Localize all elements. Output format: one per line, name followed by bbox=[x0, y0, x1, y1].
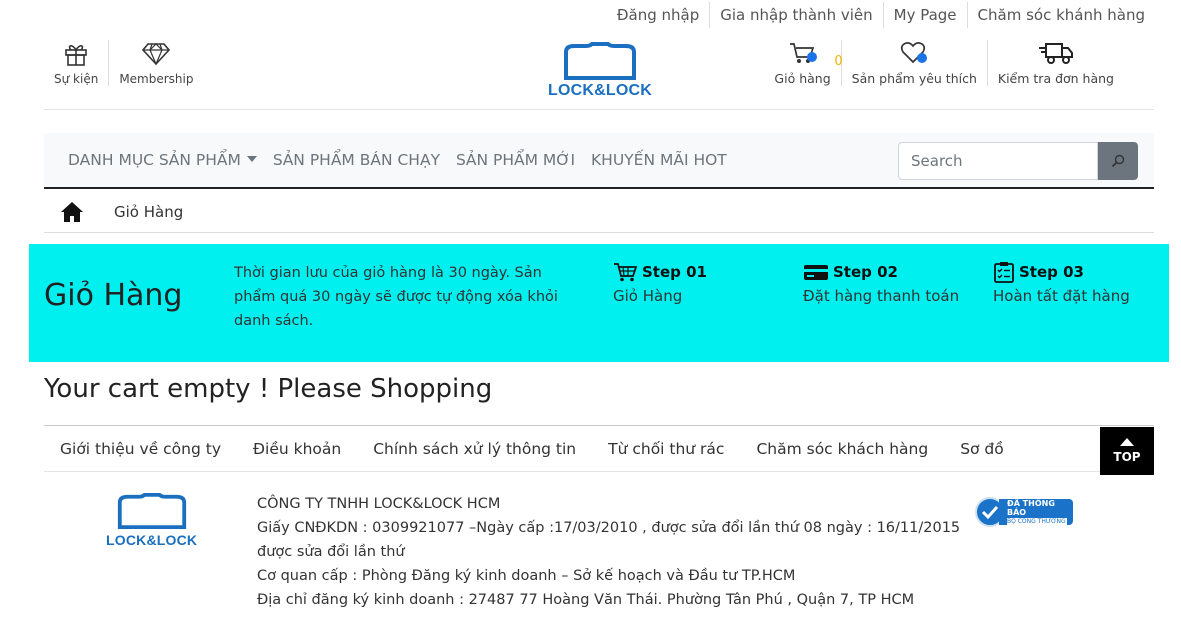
customer-care-link[interactable]: Chăm sóc khánh hàng bbox=[966, 2, 1155, 28]
company-name: CÔNG TY TNHH LOCK&LOCK HCM bbox=[257, 496, 501, 512]
footer-link-support[interactable]: Chăm sóc khách hàng bbox=[756, 440, 928, 458]
cart-label: Giỏ hàng bbox=[774, 71, 831, 86]
login-link[interactable]: Đăng nhập bbox=[607, 2, 709, 28]
lock-logo-icon bbox=[564, 42, 636, 80]
footer-logo-text: LOCK&LOCK bbox=[106, 532, 198, 548]
breadcrumb: Giỏ Hàng bbox=[44, 191, 1154, 233]
nav-menu: DANH MỤC SẢN PHẨM SẢN PHẨM BÁN CHẠY SẢN … bbox=[68, 151, 743, 169]
lock-logo-icon bbox=[117, 493, 186, 529]
top-utility-bar: Đăng nhập Gia nhập thành viên My Page Ch… bbox=[607, 0, 1155, 30]
footer-link-terms[interactable]: Điều khoản bbox=[253, 440, 341, 458]
order-tracking-button[interactable]: Kiểm tra đơn hàng bbox=[986, 40, 1124, 86]
back-to-top-button[interactable]: TOP bbox=[1100, 427, 1154, 475]
nav-new-products[interactable]: SẢN PHẨM MỚI bbox=[456, 151, 575, 169]
nav-categories-dropdown[interactable]: DANH MỤC SẢN PHẨM bbox=[68, 151, 257, 169]
company-license: Giấy CNĐKDN : 0309921077 –Ngày cấp :17/0… bbox=[257, 520, 961, 536]
my-page-link[interactable]: My Page bbox=[882, 2, 967, 28]
badge-subtitle: BỘ CÔNG THƯƠNG bbox=[1007, 518, 1067, 525]
wishlist-label: Sản phẩm yêu thích bbox=[851, 71, 977, 86]
step-3: Step 03 Hoàn tất đặt hàng bbox=[993, 261, 1130, 305]
diamond-icon bbox=[142, 43, 171, 66]
step-1-title: Step 01 bbox=[642, 263, 707, 281]
company-issuer: Cơ quan cấp : Phòng Đăng ký kinh doanh –… bbox=[257, 568, 796, 584]
step-3-desc: Hoàn tất đặt hàng bbox=[993, 287, 1130, 305]
cart-retention-notice: Thời gian lưu của giỏ hàng là 30 ngày. S… bbox=[234, 265, 558, 329]
home-icon[interactable] bbox=[60, 201, 84, 223]
footer-link-spam[interactable]: Từ chối thư rác bbox=[608, 440, 724, 458]
cart-icon bbox=[789, 43, 817, 63]
order-tracking-label: Kiểm tra đơn hàng bbox=[997, 71, 1114, 86]
main-navbar: DANH MỤC SẢN PHẨM SẢN PHẨM BÁN CHẠY SẢN … bbox=[44, 133, 1154, 189]
truck-icon bbox=[1038, 43, 1073, 64]
nav-hot-deals[interactable]: KHUYẾN MÃI HOT bbox=[591, 151, 727, 169]
register-link[interactable]: Gia nhập thành viên bbox=[709, 2, 882, 28]
membership-label: Membership bbox=[119, 72, 194, 86]
company-info: CÔNG TY TNHH LOCK&LOCK HCM Giấy CNĐKDN :… bbox=[257, 492, 960, 612]
footer-link-sitemap[interactable]: Sơ đồ bbox=[960, 440, 1004, 458]
step-1-desc: Giỏ Hàng bbox=[613, 287, 683, 305]
cart-banner: Giỏ Hàng Thời gian lưu của giỏ hàng là 3… bbox=[29, 244, 1169, 362]
step-2-title: Step 02 bbox=[833, 263, 898, 281]
step-2-desc: Đặt hàng thanh toán bbox=[803, 287, 960, 305]
search-form bbox=[898, 142, 1138, 180]
footer-nav: Giới thiệu về công ty Điều khoản Chính s… bbox=[44, 425, 1154, 475]
step-2: Step 02 Đặt hàng thanh toán bbox=[803, 261, 959, 305]
cart-button[interactable]: 0 Giỏ hàng bbox=[764, 40, 843, 86]
caret-down-icon bbox=[246, 156, 257, 162]
heart-icon bbox=[901, 42, 928, 64]
search-button[interactable] bbox=[1098, 142, 1138, 180]
cart-count-badge: 0 bbox=[834, 54, 843, 69]
company-license-amended: được sửa đổi lần thứ bbox=[257, 544, 405, 560]
ministry-registration-badge[interactable]: ĐÃ THÔNG BÁO BỘ CÔNG THƯƠNG bbox=[975, 497, 1073, 527]
page-title: Giỏ Hàng bbox=[44, 278, 183, 313]
logo-text: LOCK&LOCK bbox=[547, 82, 652, 99]
site-header: Sự kiện Membership LOCK&LOCK 0 Giỏ hàng … bbox=[44, 34, 1154, 110]
step-3-title: Step 03 bbox=[1019, 263, 1084, 281]
step-1: Step 01 Giỏ Hàng bbox=[613, 261, 707, 305]
footer-link-privacy[interactable]: Chính sách xử lý thông tin bbox=[373, 440, 576, 458]
gift-icon bbox=[65, 45, 87, 66]
membership-button[interactable]: Membership bbox=[108, 40, 203, 86]
company-address: Địa chỉ đăng ký kinh doanh : 27487 77 Ho… bbox=[257, 592, 915, 608]
nav-best-sellers[interactable]: SẢN PHẨM BÁN CHẠY bbox=[273, 151, 440, 169]
clipboard-icon bbox=[994, 262, 1014, 283]
footer-link-about[interactable]: Giới thiệu về công ty bbox=[60, 440, 221, 458]
cart-icon bbox=[614, 263, 638, 282]
credit-card-icon bbox=[804, 265, 828, 280]
back-to-top-label: TOP bbox=[1113, 450, 1141, 464]
events-button[interactable]: Sự kiện bbox=[44, 40, 108, 86]
search-input[interactable] bbox=[898, 142, 1098, 180]
breadcrumb-current: Giỏ Hàng bbox=[114, 202, 184, 221]
header-right-menu: 0 Giỏ hàng Sản phẩm yêu thích Kiểm tra đ… bbox=[764, 40, 1124, 86]
brand-logo[interactable]: LOCK&LOCK bbox=[544, 42, 656, 100]
events-label: Sự kiện bbox=[54, 72, 99, 86]
nav-categories-label: DANH MỤC SẢN PHẨM bbox=[68, 151, 241, 169]
wishlist-button[interactable]: Sản phẩm yêu thích bbox=[840, 40, 987, 86]
badge-title: ĐÃ THÔNG BÁO bbox=[1007, 499, 1055, 517]
footer-logo: LOCK&LOCK bbox=[106, 492, 197, 548]
search-icon bbox=[1111, 154, 1125, 168]
empty-cart-message: Your cart empty ! Please Shopping bbox=[44, 374, 493, 404]
header-left-menu: Sự kiện Membership bbox=[44, 40, 203, 86]
arrow-up-icon bbox=[1120, 438, 1134, 446]
